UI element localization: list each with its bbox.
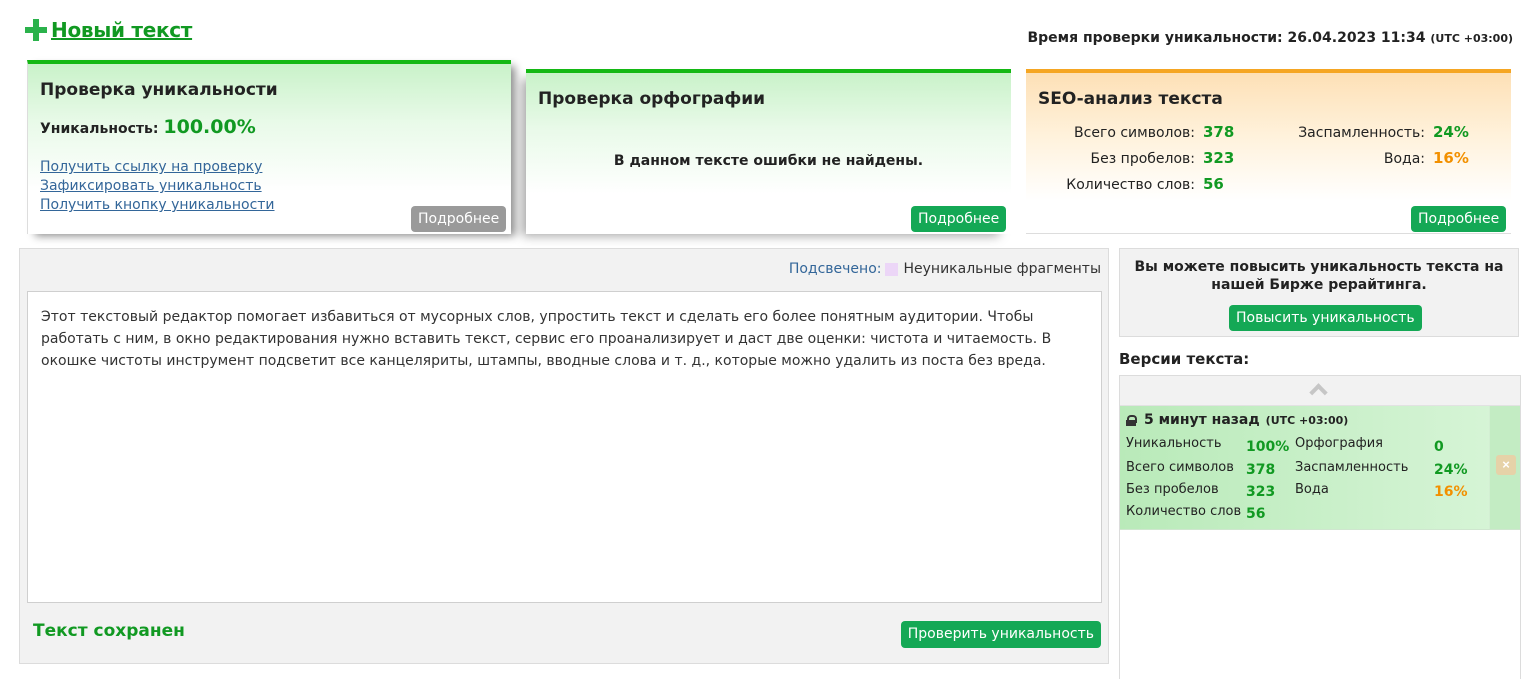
plus-icon[interactable] <box>25 19 47 41</box>
saved-status: Текст сохранен <box>33 621 185 641</box>
seo-spam: Заспамленность: 24% <box>1261 123 1469 141</box>
boost-uniqueness-button[interactable]: Повысить уникальность <box>1229 305 1422 331</box>
version-spam-value: 24% <box>1434 462 1468 478</box>
version-chars-label: Всего символов <box>1126 460 1234 475</box>
seo-words-label: Количество слов: <box>1066 177 1195 193</box>
seo-water-value: 16% <box>1433 149 1469 167</box>
version-header: 5 минут назад (UTC +03:00) <box>1126 412 1348 428</box>
seo-details-button[interactable]: Подробнее <box>1411 206 1507 232</box>
seo-words-value: 56 <box>1203 175 1224 193</box>
seo-card: SEO-анализ текста Всего символов: 378 Без… <box>1026 69 1511 234</box>
seo-total-chars: Всего символов: 378 <box>1040 123 1234 141</box>
version-spam-label: Заспамленность <box>1295 460 1409 475</box>
get-check-link[interactable]: Получить ссылку на проверку <box>40 159 275 175</box>
seo-no-spaces-value: 323 <box>1203 149 1235 167</box>
seo-no-spaces-label: Без пробелов: <box>1090 151 1195 167</box>
seo-total-chars-value: 378 <box>1203 123 1235 141</box>
fix-uniqueness-link[interactable]: Зафиксировать уникальность <box>40 178 275 194</box>
check-time-label: Время проверки уникальности: 26.04.2023 … <box>1027 30 1426 46</box>
version-no-spaces-value: 323 <box>1246 484 1276 500</box>
new-text-link[interactable]: Новый текст <box>51 18 192 42</box>
text-editor[interactable]: Этот текстовый редактор помогает избавит… <box>27 291 1102 603</box>
version-time: 5 минут назад <box>1144 412 1260 428</box>
version-chars-value: 378 <box>1246 462 1276 478</box>
uniqueness-card: Проверка уникальности Уникальность: 100.… <box>27 60 511 234</box>
check-uniqueness-button[interactable]: Проверить уникальность <box>900 621 1101 648</box>
highlight-swatch <box>885 262 899 276</box>
promo-panel: Вы можете повысить уникальность текста н… <box>1119 248 1519 337</box>
uniqueness-card-title: Проверка уникальности <box>40 80 278 100</box>
uniqueness-line: Уникальность: 100.00% <box>40 116 256 138</box>
uniqueness-label: Уникальность: <box>40 121 159 137</box>
uniqueness-details-button[interactable]: Подробнее <box>411 206 507 232</box>
version-spelling-label: Орфография <box>1295 436 1383 451</box>
uniqueness-links: Получить ссылку на проверку Зафиксироват… <box>40 159 275 213</box>
editor-panel: Подсвечено: Неуникальные фрагменты Этот … <box>19 248 1109 664</box>
version-item[interactable]: 5 минут назад (UTC +03:00) Уникальность … <box>1120 406 1520 530</box>
version-timezone: (UTC +03:00) <box>1265 413 1349 427</box>
seo-words: Количество слов: 56 <box>1040 175 1224 193</box>
spelling-card: Проверка орфографии В данном тексте ошиб… <box>526 69 1011 234</box>
seo-water-label: Вода: <box>1383 151 1425 167</box>
uniqueness-value: 100.00% <box>163 116 256 138</box>
spelling-message: В данном тексте ошибки не найдены. <box>613 153 924 169</box>
highlight-label: Подсвечено: <box>788 261 882 277</box>
seo-water: Вода: 16% <box>1261 149 1469 167</box>
versions-scroll-up[interactable] <box>1120 376 1520 406</box>
spelling-details-button[interactable]: Подробнее <box>911 206 1007 232</box>
spelling-card-title: Проверка орфографии <box>538 89 766 109</box>
seo-no-spaces: Без пробелов: 323 <box>1040 149 1235 167</box>
chevron-up-icon[interactable] <box>1309 383 1328 402</box>
highlight-legend: Подсвечено: Неуникальные фрагменты <box>789 261 1101 277</box>
versions-title: Версии текста: <box>1119 350 1250 368</box>
version-words-value: 56 <box>1246 506 1266 522</box>
version-water-value: 16% <box>1434 484 1468 500</box>
seo-total-chars-label: Всего символов: <box>1074 125 1195 141</box>
check-time-timezone: (UTC +03:00) <box>1430 32 1513 45</box>
version-spelling-value: 0 <box>1434 439 1444 455</box>
version-words-label: Количество слов <box>1126 504 1242 519</box>
new-text-link-group[interactable]: Новый текст <box>25 18 192 42</box>
seo-spam-label: Заспамленность: <box>1298 125 1425 141</box>
check-time: Время проверки уникальности: 26.04.2023 … <box>1027 30 1513 46</box>
highlight-legend-text: Неуникальные фрагменты <box>903 261 1101 277</box>
get-uniqueness-button-link[interactable]: Получить кнопку уникальности <box>40 197 275 213</box>
versions-list: 5 минут назад (UTC +03:00) Уникальность … <box>1119 375 1521 679</box>
version-uniq-value: 100% <box>1246 439 1290 455</box>
version-no-spaces-label: Без пробелов <box>1126 482 1219 497</box>
seo-spam-value: 24% <box>1433 123 1469 141</box>
version-side-strip: × <box>1489 406 1520 529</box>
promo-text: Вы можете повысить уникальность текста н… <box>1134 259 1504 293</box>
lock-icon <box>1126 414 1137 426</box>
version-water-label: Вода <box>1295 482 1329 497</box>
delete-icon[interactable]: × <box>1496 455 1516 475</box>
version-uniq-label: Уникальность <box>1126 436 1222 451</box>
